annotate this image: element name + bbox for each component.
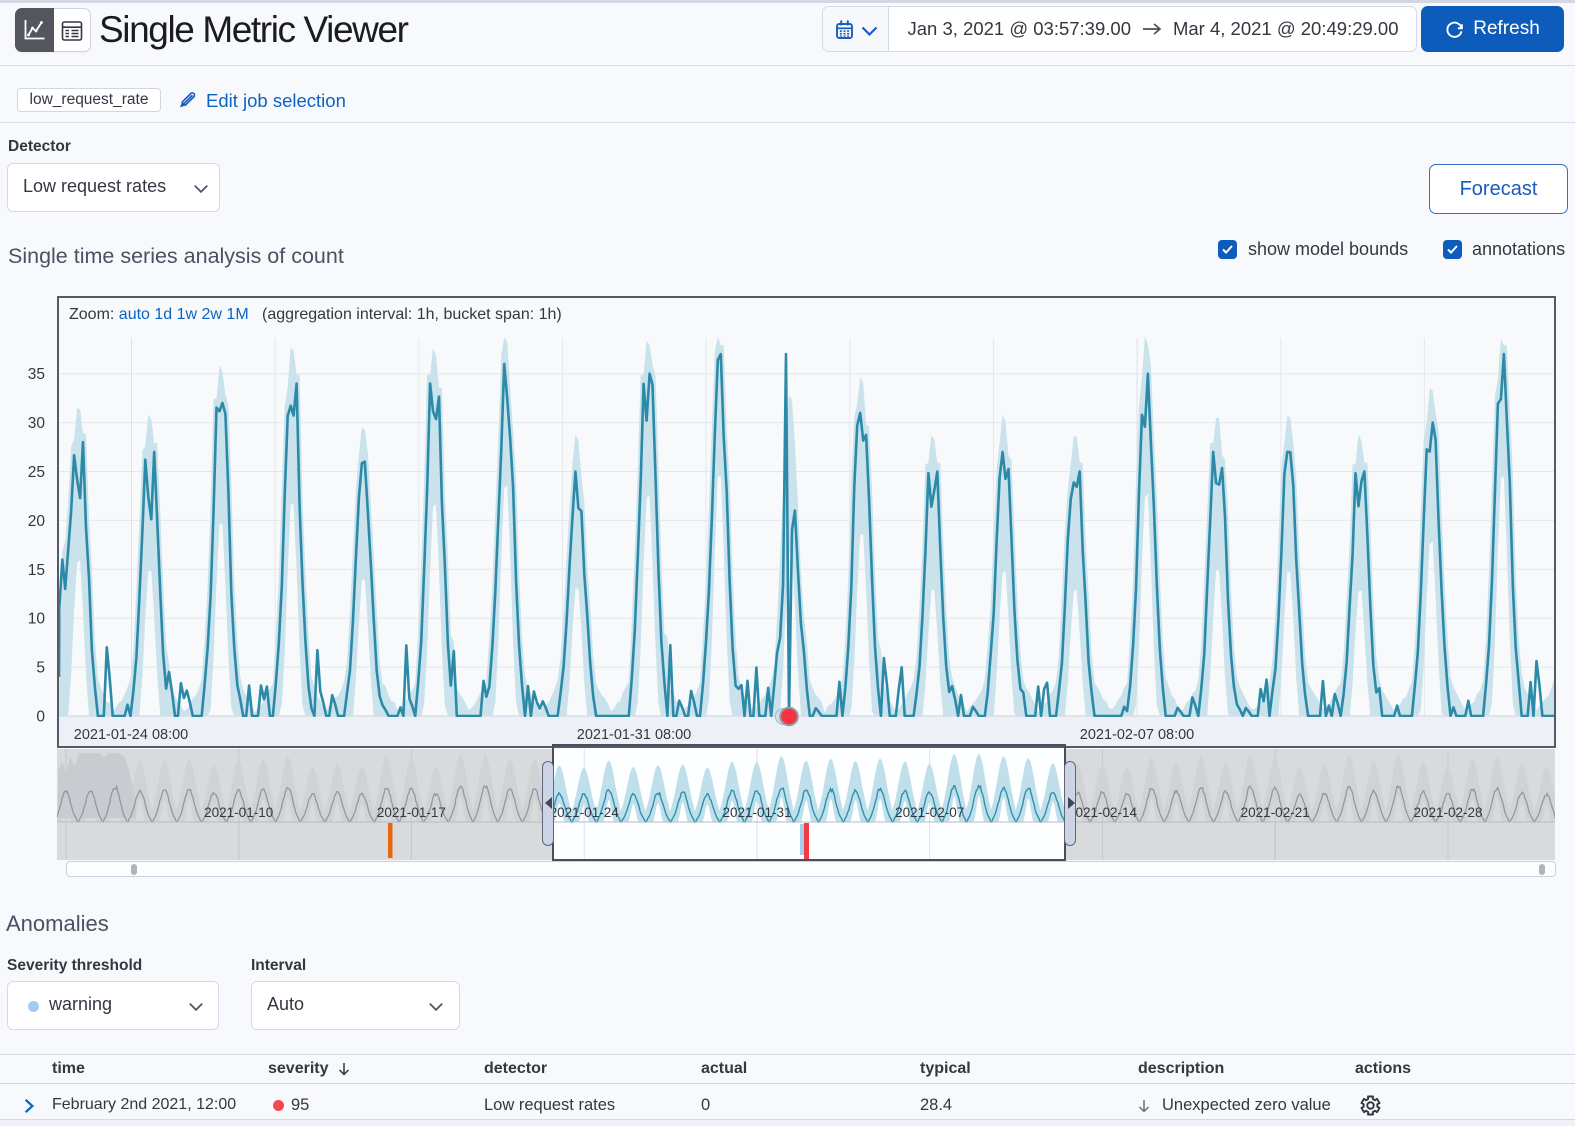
svg-text:2021-02-07 08:00: 2021-02-07 08:00 — [1080, 727, 1195, 743]
svg-text:0: 0 — [36, 709, 45, 726]
svg-text:2021-01-24 08:00: 2021-01-24 08:00 — [74, 727, 189, 743]
svg-text:10: 10 — [28, 611, 46, 628]
svg-text:2021-02-21: 2021-02-21 — [1241, 805, 1310, 820]
svg-text:2021-01-31 08:00: 2021-01-31 08:00 — [577, 727, 692, 743]
svg-text:5: 5 — [36, 660, 45, 677]
svg-text:15: 15 — [28, 562, 45, 579]
svg-text:35: 35 — [28, 366, 45, 383]
svg-text:30: 30 — [28, 415, 46, 432]
svg-text:2021-02-28: 2021-02-28 — [1413, 805, 1482, 820]
svg-text:2021-01-17: 2021-01-17 — [377, 805, 446, 820]
svg-text:2021-01-10: 2021-01-10 — [204, 805, 273, 820]
svg-text:20: 20 — [28, 513, 46, 530]
svg-text:25: 25 — [28, 464, 45, 481]
svg-text:2021-02-14: 2021-02-14 — [1068, 805, 1138, 820]
